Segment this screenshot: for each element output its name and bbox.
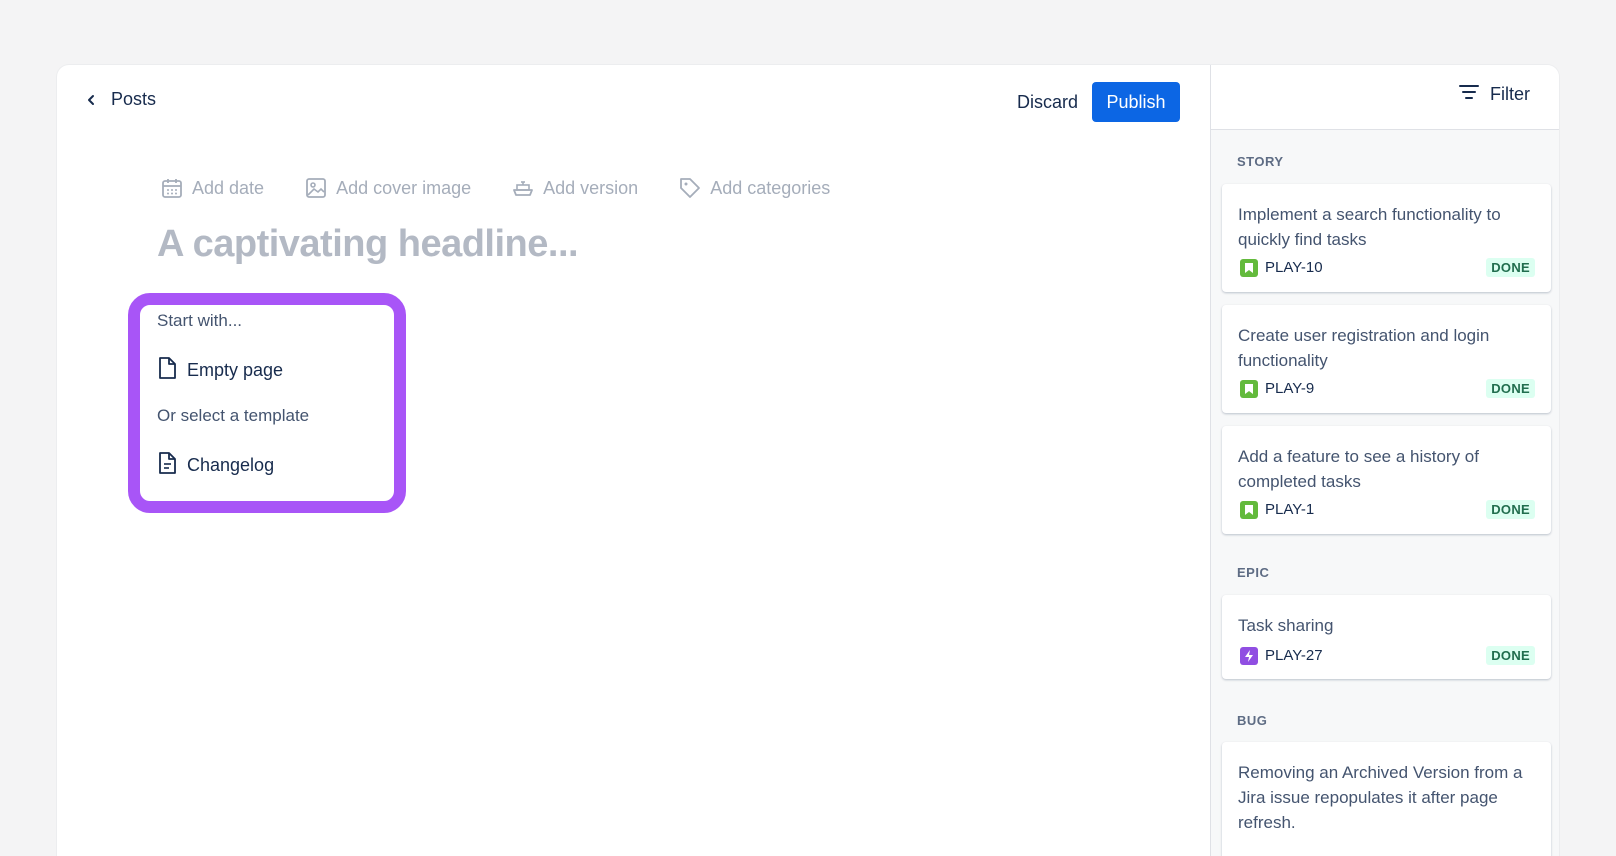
issue-title: Removing an Archived Version from a Jira… (1238, 763, 1523, 832)
status-badge: DONE (1486, 500, 1535, 519)
story-bookmark-icon (1240, 258, 1258, 277)
issue-key-label: PLAY-1 (1265, 501, 1315, 518)
issue-card[interactable]: Removing an Archived Version from a Jira… (1222, 742, 1551, 856)
issue-key: PLAY-9 (1240, 379, 1315, 398)
issue-title: Add a feature to see a history of comple… (1238, 447, 1479, 491)
chevron-left-icon (85, 94, 97, 106)
status-badge: DONE (1486, 379, 1535, 398)
story-bookmark-icon (1240, 500, 1258, 519)
template-label: Or select a template (157, 406, 310, 425)
issue-footer: PLAY-10 DONE (1240, 258, 1535, 277)
post-editor: Posts Discard Publish Add date Add cover… (57, 65, 1210, 856)
back-to-posts-link[interactable]: Posts (85, 89, 156, 110)
story-bookmark-icon (1240, 379, 1258, 398)
issue-card[interactable]: Implement a search functionality to quic… (1222, 184, 1551, 292)
group-title-story: STORY (1237, 154, 1284, 169)
changelog-label: Changelog (187, 455, 275, 475)
add-categories-button[interactable]: Add categories (678, 176, 830, 200)
add-cover-label: Add cover image (336, 177, 472, 198)
discard-button[interactable]: Discard (1003, 82, 1092, 122)
issue-footer: PLAY-27 DONE (1240, 646, 1535, 665)
issue-footer: PLAY-1 DONE (1240, 500, 1535, 519)
add-date-button[interactable]: Add date (160, 176, 264, 200)
app-window: Posts Discard Publish Add date Add cover… (57, 65, 1559, 856)
calendar-icon (160, 176, 184, 200)
add-version-button[interactable]: Add version (511, 176, 638, 200)
filter-label: Filter (1490, 84, 1530, 104)
empty-page-label: Empty page (187, 360, 284, 380)
add-version-label: Add version (543, 177, 639, 198)
back-label: Posts (111, 89, 157, 109)
issues-sidebar: Filter STORY Implement a search function… (1210, 65, 1559, 856)
add-date-label: Add date (192, 177, 265, 198)
issue-key-label: PLAY-27 (1265, 647, 1323, 664)
epic-lightning-icon (1240, 646, 1258, 665)
issue-key: PLAY-1 (1240, 500, 1315, 519)
issue-key-label: PLAY-10 (1265, 259, 1323, 276)
filter-icon (1458, 83, 1480, 106)
add-cover-image-button[interactable]: Add cover image (304, 176, 471, 200)
ship-icon (511, 176, 535, 200)
empty-page-option[interactable]: Empty page (157, 356, 283, 385)
image-icon (304, 176, 328, 200)
issue-card[interactable]: Add a feature to see a history of comple… (1222, 426, 1551, 534)
publish-button[interactable]: Publish (1092, 82, 1180, 122)
issue-key: PLAY-10 (1240, 258, 1323, 277)
status-badge: DONE (1486, 258, 1535, 277)
issue-footer: PLAY-9 DONE (1240, 379, 1535, 398)
start-with-menu: Start with... Empty page Or select a tem… (128, 293, 406, 513)
filter-button[interactable]: Filter (1458, 83, 1530, 106)
document-icon (157, 356, 177, 385)
sidebar-header: Filter (1211, 65, 1559, 130)
start-with-label: Start with... (157, 311, 243, 330)
headline-input[interactable]: A captivating headline... (157, 223, 579, 266)
issue-title: Task sharing (1238, 616, 1334, 635)
add-categories-label: Add categories (710, 177, 831, 198)
issue-card[interactable]: Task sharing PLAY-27 DONE (1222, 595, 1551, 679)
tag-icon (678, 176, 702, 200)
issue-title: Create user registration and login funct… (1238, 326, 1490, 370)
changelog-template-option[interactable]: Changelog (157, 451, 274, 480)
status-badge: DONE (1486, 646, 1535, 665)
issue-key: PLAY-27 (1240, 646, 1323, 665)
post-meta-toolbar: Add date Add cover image Add version Add… (160, 176, 870, 200)
issue-key-label: PLAY-9 (1265, 380, 1315, 397)
document-lines-icon (157, 451, 177, 480)
group-title-bug: BUG (1237, 713, 1268, 728)
issue-card[interactable]: Create user registration and login funct… (1222, 305, 1551, 413)
issue-title: Implement a search functionality to quic… (1238, 205, 1501, 249)
group-title-epic: EPIC (1237, 565, 1270, 580)
